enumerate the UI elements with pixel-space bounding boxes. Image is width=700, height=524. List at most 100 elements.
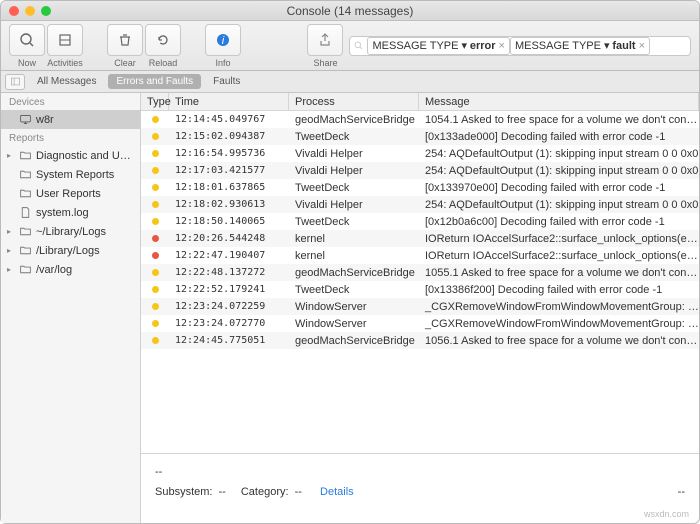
col-message[interactable]: Message bbox=[419, 93, 699, 110]
log-row[interactable]: 12:18:02.930613Vivaldi Helper254: AQDefa… bbox=[141, 196, 699, 213]
log-row[interactable]: 12:18:50.140065TweetDeck[0x12b0a6c00] De… bbox=[141, 213, 699, 230]
sidebar-item[interactable]: ▸~/Library/Logs bbox=[1, 222, 140, 241]
disclosure-icon[interactable]: ▸ bbox=[7, 227, 15, 236]
folder-icon bbox=[19, 168, 32, 181]
subsystem-value: -- bbox=[218, 486, 225, 498]
category-value: -- bbox=[295, 486, 302, 498]
col-type[interactable]: Type bbox=[141, 93, 169, 110]
row-time: 12:23:24.072259 bbox=[169, 301, 289, 312]
row-process: TweetDeck bbox=[289, 131, 419, 143]
window-title: Console (14 messages) bbox=[9, 4, 691, 18]
sidebar-device-w8r[interactable]: w8r bbox=[1, 110, 140, 129]
sidebar-item-label: /var/log bbox=[36, 264, 72, 276]
sidebar-item[interactable]: User Reports bbox=[1, 184, 140, 203]
row-process: kernel bbox=[289, 250, 419, 262]
row-message: _CGXRemoveWindowFromWindowMovementGroup:… bbox=[419, 301, 699, 313]
row-message: 1056.1 Asked to free space for a volume … bbox=[419, 335, 699, 347]
sidebar-reports-header: Reports bbox=[1, 129, 140, 146]
row-time: 12:18:50.140065 bbox=[169, 216, 289, 227]
folder-icon bbox=[19, 225, 32, 238]
titlebar: Console (14 messages) bbox=[1, 1, 699, 21]
log-row[interactable]: 12:23:24.072770WindowServer_CGXRemoveWin… bbox=[141, 315, 699, 332]
row-message: [0x133ade000] Decoding failed with error… bbox=[419, 131, 699, 143]
sidebar-item-label: system.log bbox=[36, 207, 89, 219]
clear-button[interactable] bbox=[107, 24, 143, 56]
sidebar-item[interactable]: ▸Diagnostic and U… bbox=[1, 146, 140, 165]
activities-label: Activities bbox=[47, 58, 83, 68]
close-icon[interactable] bbox=[9, 6, 19, 16]
activities-button[interactable] bbox=[47, 24, 83, 56]
sidebar-item-label: /Library/Logs bbox=[36, 245, 100, 257]
row-time: 12:24:45.775051 bbox=[169, 335, 289, 346]
row-process: WindowServer bbox=[289, 318, 419, 330]
row-time: 12:16:54.995736 bbox=[169, 148, 289, 159]
row-message: 254: AQDefaultOutput (1): skipping input… bbox=[419, 148, 699, 160]
scope-faults[interactable]: Faults bbox=[205, 74, 248, 89]
row-message: 1055.1 Asked to free space for a volume … bbox=[419, 267, 699, 279]
sidebar: Devices w8r Reports ▸Diagnostic and U… Sy… bbox=[1, 93, 141, 523]
log-row[interactable]: 12:15:02.094387TweetDeck[0x133ade000] De… bbox=[141, 128, 699, 145]
row-message: [0x133970e00] Decoding failed with error… bbox=[419, 182, 699, 194]
sidebar-item[interactable]: system.log bbox=[1, 203, 140, 222]
disclosure-icon[interactable]: ▸ bbox=[7, 151, 15, 160]
row-message: 254: AQDefaultOutput (1): skipping input… bbox=[419, 199, 699, 211]
row-time: 12:22:48.137272 bbox=[169, 267, 289, 278]
zoom-icon[interactable] bbox=[41, 6, 51, 16]
log-rows[interactable]: 12:14:45.049767geodMachServiceBridge1054… bbox=[141, 111, 699, 453]
trash-icon bbox=[117, 32, 133, 48]
log-row[interactable]: 12:17:03.421577Vivaldi Helper254: AQDefa… bbox=[141, 162, 699, 179]
scope-bar: All Messages Errors and Faults Faults bbox=[1, 71, 699, 93]
folder-icon bbox=[19, 263, 32, 276]
filter-chip-2[interactable]: MESSAGE TYPE ▾ fault× bbox=[510, 37, 650, 55]
log-row[interactable]: 12:16:54.995736Vivaldi Helper254: AQDefa… bbox=[141, 145, 699, 162]
col-time[interactable]: Time bbox=[169, 93, 289, 110]
now-button[interactable] bbox=[9, 24, 45, 56]
type-dot bbox=[141, 216, 169, 228]
info-label: Info bbox=[215, 58, 230, 68]
sidebar-toggle-button[interactable] bbox=[5, 74, 25, 90]
row-time: 12:20:26.544248 bbox=[169, 233, 289, 244]
sidebar-item[interactable]: ▸ /var/log bbox=[1, 260, 140, 279]
reload-button[interactable] bbox=[145, 24, 181, 56]
scope-all-messages[interactable]: All Messages bbox=[29, 74, 104, 89]
log-row[interactable]: 12:24:45.775051geodMachServiceBridge1056… bbox=[141, 332, 699, 349]
row-time: 12:17:03.421577 bbox=[169, 165, 289, 176]
type-dot bbox=[141, 165, 169, 177]
log-row[interactable]: 12:22:48.137272geodMachServiceBridge1055… bbox=[141, 264, 699, 281]
minimize-icon[interactable] bbox=[25, 6, 35, 16]
remove-chip-icon[interactable]: × bbox=[639, 40, 645, 52]
row-message: [0x12b0a6c00] Decoding failed with error… bbox=[419, 216, 699, 228]
sidebar-item-label: System Reports bbox=[36, 169, 114, 181]
row-message: 254: AQDefaultOutput (1): skipping input… bbox=[419, 165, 699, 177]
reload-icon bbox=[155, 32, 171, 48]
sidebar-devices-header: Devices bbox=[1, 93, 140, 110]
info-button[interactable]: i bbox=[205, 24, 241, 56]
type-dot bbox=[141, 301, 169, 313]
log-row[interactable]: 12:23:24.072259WindowServer_CGXRemoveWin… bbox=[141, 298, 699, 315]
remove-chip-icon[interactable]: × bbox=[499, 40, 505, 52]
row-process: TweetDeck bbox=[289, 216, 419, 228]
scope-errors-faults[interactable]: Errors and Faults bbox=[108, 74, 201, 89]
log-row[interactable]: 12:22:47.190407kernelIOReturn IOAccelSur… bbox=[141, 247, 699, 264]
row-time: 12:22:47.190407 bbox=[169, 250, 289, 261]
log-row[interactable]: 12:20:26.544248kernelIOReturn IOAccelSur… bbox=[141, 230, 699, 247]
search-icon bbox=[19, 32, 35, 48]
detail-empty: -- bbox=[155, 466, 685, 478]
log-row[interactable]: 12:22:52.179241TweetDeck[0x13386f200] De… bbox=[141, 281, 699, 298]
reload-label: Reload bbox=[145, 58, 181, 68]
share-button[interactable] bbox=[307, 24, 343, 56]
sidebar-item[interactable]: System Reports bbox=[1, 165, 140, 184]
search-input[interactable] bbox=[650, 40, 690, 51]
details-link[interactable]: Details bbox=[320, 486, 354, 498]
disclosure-icon[interactable]: ▸ bbox=[7, 246, 15, 255]
search-container[interactable]: MESSAGE TYPE ▾ error× MESSAGE TYPE ▾ fau… bbox=[349, 36, 691, 56]
row-message: _CGXRemoveWindowFromWindowMovementGroup:… bbox=[419, 318, 699, 330]
row-process: Vivaldi Helper bbox=[289, 148, 419, 160]
log-row[interactable]: 12:14:45.049767geodMachServiceBridge1054… bbox=[141, 111, 699, 128]
detail-right: -- bbox=[678, 486, 685, 498]
filter-chip-1[interactable]: MESSAGE TYPE ▾ error× bbox=[367, 37, 509, 55]
disclosure-icon[interactable]: ▸ bbox=[7, 265, 15, 274]
col-process[interactable]: Process bbox=[289, 93, 419, 110]
log-row[interactable]: 12:18:01.637865TweetDeck[0x133970e00] De… bbox=[141, 179, 699, 196]
sidebar-item[interactable]: ▸ /Library/Logs bbox=[1, 241, 140, 260]
